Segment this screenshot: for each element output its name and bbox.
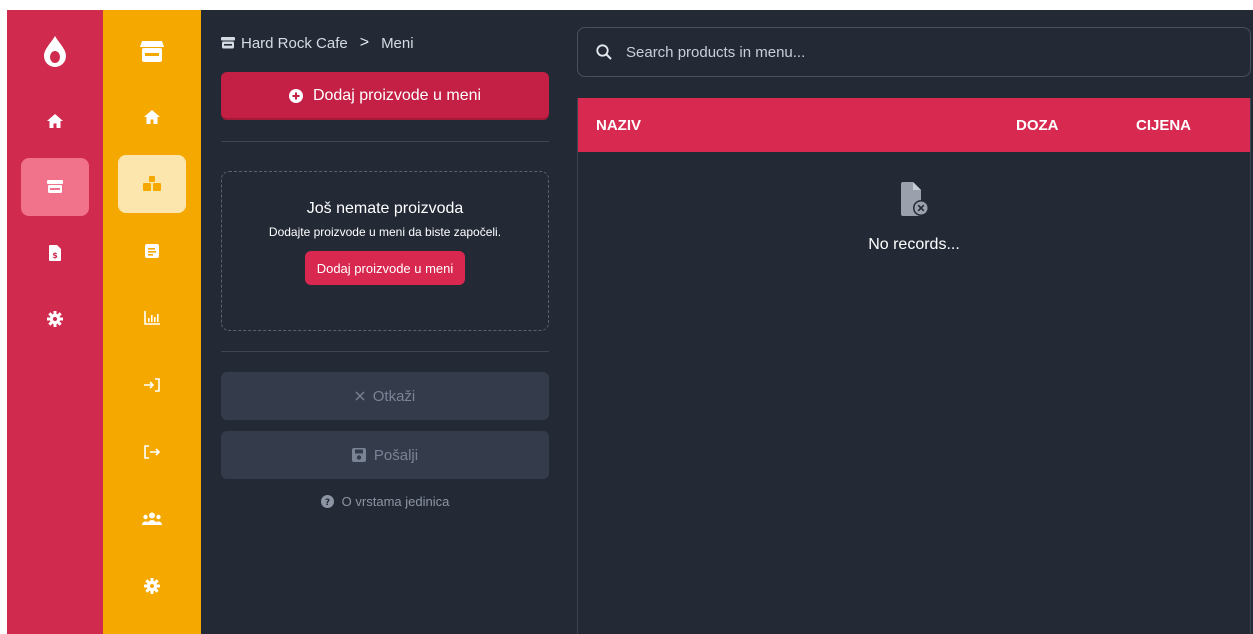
drop-icon[interactable] bbox=[38, 32, 72, 72]
save-icon bbox=[351, 448, 366, 462]
search-input[interactable] bbox=[624, 42, 1228, 62]
sidebar-item-reports[interactable] bbox=[118, 289, 186, 347]
sidebar-item-store[interactable] bbox=[21, 158, 89, 216]
sidebar-item-check-out[interactable] bbox=[118, 423, 186, 481]
sidebar-item-staff[interactable] bbox=[118, 490, 186, 548]
cancel-label: Otkaži bbox=[372, 387, 416, 405]
unit-types-help-link[interactable]: ? O vrstama jedinica bbox=[221, 494, 549, 509]
login-icon bbox=[144, 378, 160, 392]
logout-icon bbox=[144, 445, 160, 459]
help-label: O vrstama jedinica bbox=[341, 494, 450, 509]
users-icon bbox=[142, 512, 162, 526]
app-window: $ Hard Rock Cafe > Meni Dodaj proizvode … bbox=[7, 10, 1253, 634]
gear-icon bbox=[47, 311, 63, 327]
plus-circle-icon bbox=[288, 89, 303, 103]
sidebar-item-documents[interactable] bbox=[118, 222, 186, 280]
sidebar-item-products[interactable] bbox=[118, 155, 186, 213]
chart-icon bbox=[144, 311, 160, 325]
file-remove-icon bbox=[899, 182, 929, 218]
menu-products-table: NAZIV DOZA CIJENA No records... bbox=[577, 98, 1251, 634]
empty-state-title: Još nemate proizvoda bbox=[306, 200, 464, 217]
home-icon bbox=[46, 113, 64, 129]
sidebar-item-invoices[interactable]: $ bbox=[21, 224, 89, 282]
sidebar-item-home[interactable] bbox=[21, 92, 89, 150]
breadcrumb: Hard Rock Cafe > Meni bbox=[221, 32, 555, 54]
empty-state-add-button[interactable]: Dodaj proizvode u meni bbox=[304, 251, 466, 285]
store-icon bbox=[46, 180, 64, 194]
primary-sidebar: $ bbox=[7, 10, 103, 634]
secondary-sidebar bbox=[103, 10, 201, 634]
invoice-icon: $ bbox=[49, 245, 61, 261]
sidebar-item-settings[interactable] bbox=[118, 557, 186, 615]
menu-editor-panel: Hard Rock Cafe > Meni Dodaj proizvode u … bbox=[201, 10, 575, 634]
add-products-button[interactable]: Dodaj proizvode u meni bbox=[221, 72, 549, 120]
gear-icon bbox=[144, 578, 160, 594]
breadcrumb-page: Meni bbox=[381, 34, 414, 52]
empty-state: Još nemate proizvoda Dodajte proizvode u… bbox=[221, 171, 549, 331]
question-circle-icon: ? bbox=[320, 495, 334, 508]
send-label: Pošalji bbox=[373, 446, 419, 464]
store-icon bbox=[221, 37, 235, 49]
svg-text:?: ? bbox=[325, 498, 330, 508]
search-icon bbox=[596, 44, 612, 60]
store-icon bbox=[135, 34, 169, 70]
boxes-icon bbox=[143, 176, 161, 192]
document-icon bbox=[145, 244, 159, 258]
sidebar-item-home[interactable] bbox=[118, 88, 186, 146]
sidebar-item-settings[interactable] bbox=[21, 290, 89, 348]
sidebar-item-check-in[interactable] bbox=[118, 356, 186, 414]
svg-text:$: $ bbox=[52, 251, 58, 260]
cancel-button[interactable]: Otkaži bbox=[221, 372, 549, 420]
empty-state-subtitle: Dodajte proizvode u meni da biste započe… bbox=[268, 225, 502, 239]
divider bbox=[221, 351, 549, 352]
breadcrumb-store[interactable]: Hard Rock Cafe bbox=[241, 35, 348, 52]
search-bar[interactable] bbox=[577, 27, 1251, 77]
divider bbox=[221, 141, 549, 142]
home-icon bbox=[143, 109, 161, 125]
table-header: NAZIV DOZA CIJENA bbox=[578, 98, 1250, 152]
no-records-text: No records... bbox=[868, 236, 960, 253]
menu-products-panel: NAZIV DOZA CIJENA No records... bbox=[575, 10, 1253, 634]
column-header-dose[interactable]: DOZA bbox=[1016, 117, 1059, 134]
close-icon bbox=[355, 391, 365, 401]
breadcrumb-separator: > bbox=[359, 34, 370, 51]
add-products-label: Dodaj proizvode u meni bbox=[312, 87, 482, 104]
no-records: No records... bbox=[578, 182, 1250, 254]
column-header-price[interactable]: CIJENA bbox=[1136, 117, 1191, 134]
column-header-name[interactable]: NAZIV bbox=[596, 117, 641, 134]
send-button[interactable]: Pošalji bbox=[221, 431, 549, 479]
